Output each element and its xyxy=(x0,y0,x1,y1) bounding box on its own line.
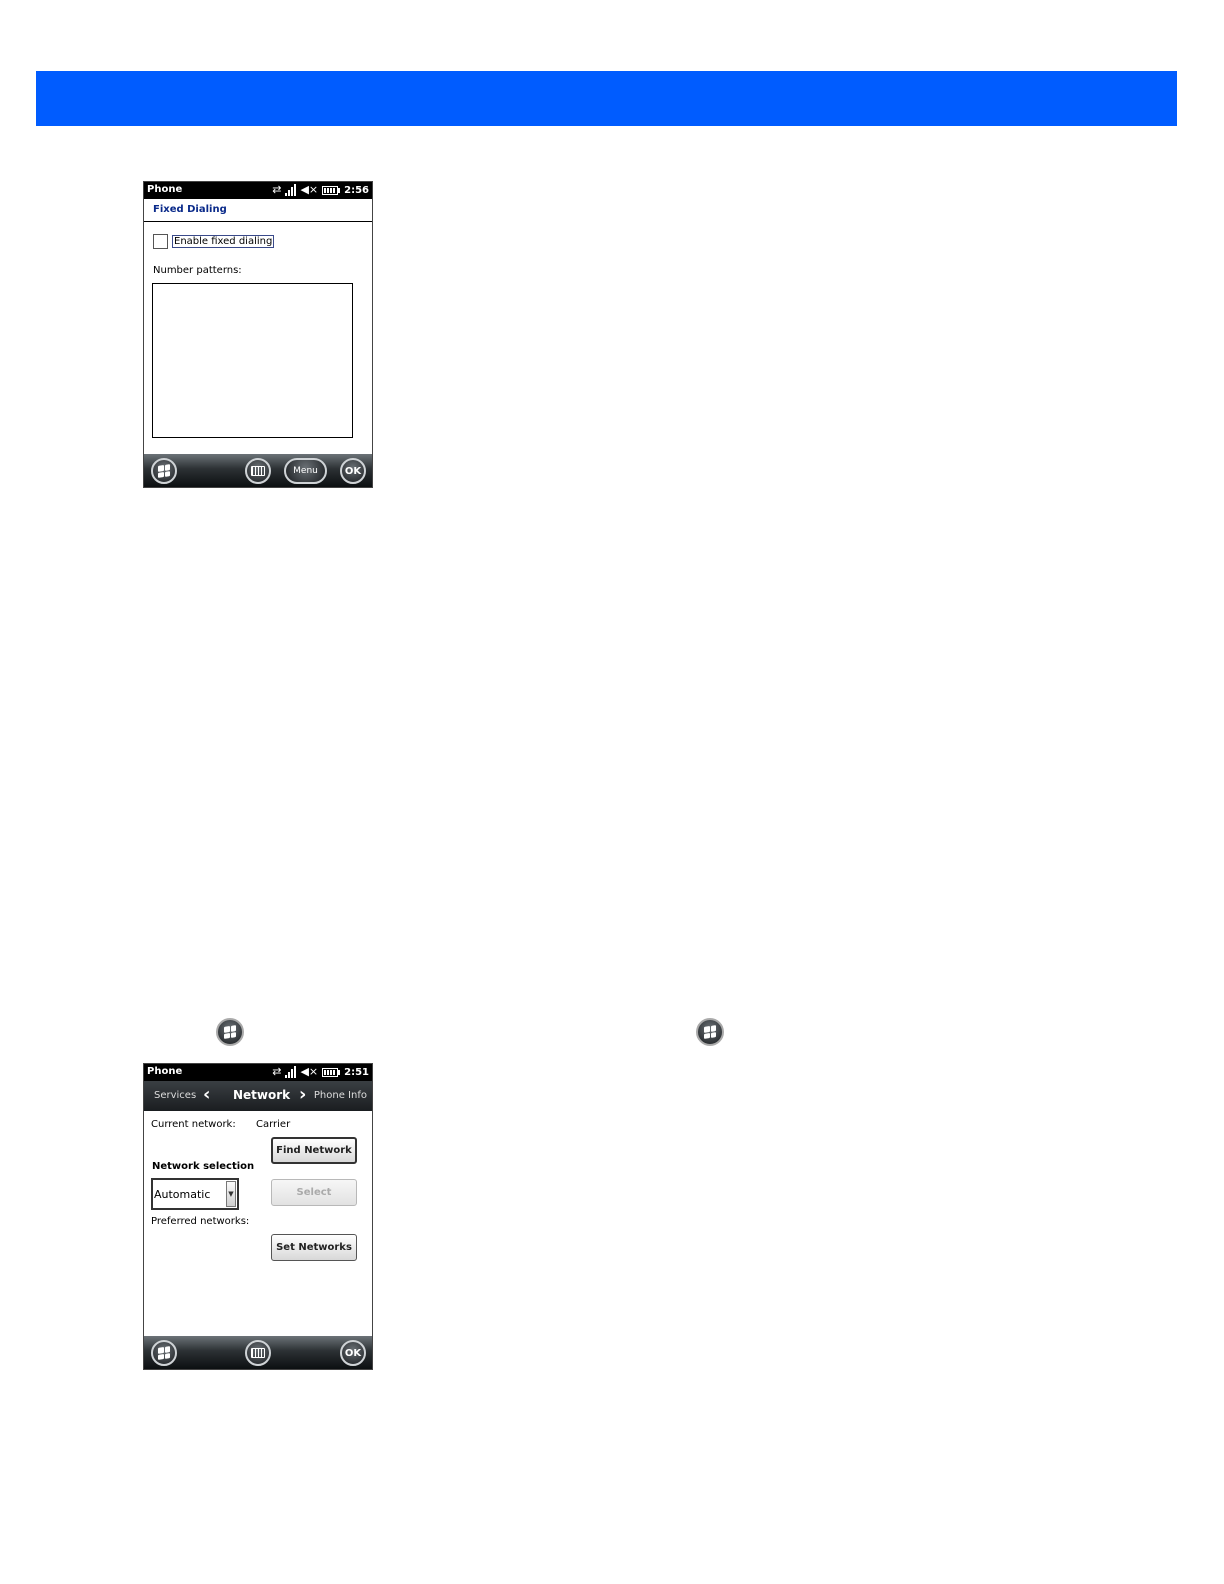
network-screen: Phone ⇄ ◀× 2:51 Services ‹ Network › Pho… xyxy=(143,1063,373,1370)
dropdown-arrow-icon[interactable]: ▼ xyxy=(226,1181,236,1207)
data-transfer-icon: ⇄ xyxy=(272,183,282,196)
tab-bar: Services ‹ Network › Phone Info xyxy=(144,1081,372,1111)
status-time: 2:56 xyxy=(344,184,369,196)
status-bar: Phone ⇄ ◀× 2:56 xyxy=(144,182,372,199)
find-network-button[interactable]: Find Network xyxy=(271,1137,357,1164)
select-button[interactable]: Select xyxy=(271,1179,357,1206)
page-title: Fixed Dialing xyxy=(144,199,372,222)
windows-start-icon xyxy=(158,1346,170,1360)
keyboard-icon xyxy=(251,1348,265,1358)
volume-muted-icon: ◀× xyxy=(300,183,319,196)
bottom-bar: Menu OK xyxy=(144,454,372,487)
chevron-right-icon[interactable]: › xyxy=(299,1084,306,1105)
fixed-dialing-screen: Phone ⇄ ◀× 2:56 Fixed Dialing Enable fix… xyxy=(143,181,373,488)
keyboard-icon xyxy=(251,466,265,476)
signal-icon xyxy=(285,184,297,196)
battery-icon xyxy=(322,185,341,195)
number-patterns-label: Number patterns: xyxy=(153,265,242,276)
start-button[interactable] xyxy=(151,1340,177,1366)
number-patterns-input[interactable] xyxy=(152,283,353,438)
bottom-bar: OK xyxy=(144,1336,372,1369)
enable-fixed-dialing-checkbox[interactable] xyxy=(153,234,168,249)
header-banner xyxy=(36,71,1177,126)
tab-phone-info[interactable]: Phone Info xyxy=(314,1090,367,1101)
tab-network[interactable]: Network xyxy=(233,1088,290,1102)
network-selection-value: Automatic xyxy=(154,1188,211,1201)
start-button[interactable] xyxy=(151,458,177,484)
network-selection-dropdown[interactable]: Automatic ▼ xyxy=(151,1178,239,1210)
chevron-left-icon[interactable]: ‹ xyxy=(203,1084,210,1105)
battery-icon xyxy=(322,1067,341,1077)
menu-button[interactable]: Menu xyxy=(284,458,327,484)
windows-start-icon xyxy=(696,1018,724,1046)
signal-icon xyxy=(285,1066,297,1078)
tab-services[interactable]: Services xyxy=(154,1090,196,1101)
ok-button[interactable]: OK xyxy=(340,1340,366,1366)
data-transfer-icon: ⇄ xyxy=(272,1065,282,1078)
status-app-name: Phone xyxy=(147,1066,183,1077)
keyboard-button[interactable] xyxy=(245,1340,271,1366)
status-time: 2:51 xyxy=(344,1066,369,1078)
keyboard-button[interactable] xyxy=(245,458,271,484)
status-bar: Phone ⇄ ◀× 2:51 xyxy=(144,1064,372,1081)
preferred-networks-label: Preferred networks: xyxy=(151,1216,250,1227)
status-app-name: Phone xyxy=(147,184,183,195)
windows-start-icon xyxy=(216,1018,244,1046)
ok-button[interactable]: OK xyxy=(340,458,366,484)
volume-muted-icon: ◀× xyxy=(300,1065,319,1078)
current-network-value: Carrier xyxy=(256,1119,291,1130)
enable-fixed-dialing-label[interactable]: Enable fixed dialing xyxy=(172,235,275,248)
windows-start-icon xyxy=(158,464,170,478)
network-selection-label: Network selection xyxy=(152,1161,255,1172)
current-network-label: Current network: xyxy=(151,1119,236,1130)
set-networks-button[interactable]: Set Networks xyxy=(271,1234,357,1261)
